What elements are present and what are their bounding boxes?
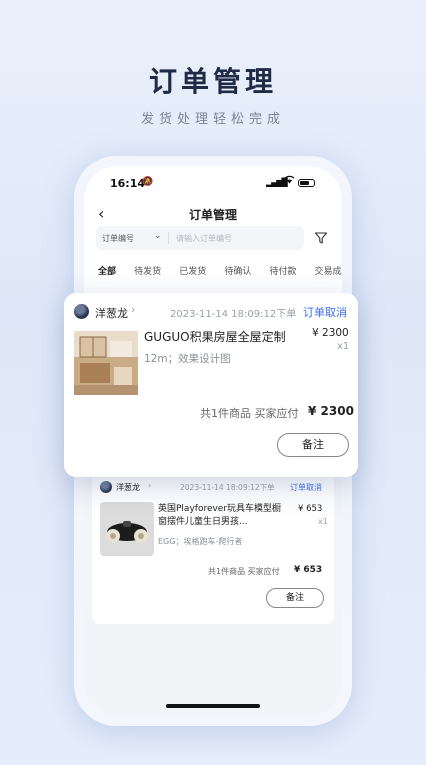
product-image-room-design [74,331,138,395]
product-qty: x1 [318,517,328,526]
note-button[interactable]: 备注 [266,588,324,608]
avatar [100,481,112,493]
search-bar[interactable]: 订单编号 ⌄ 请输入订单编号 [96,226,304,250]
battery-icon [298,179,315,187]
tab-completed[interactable]: 交易成 [315,264,342,277]
chevron-down-icon[interactable]: ⌄ [154,231,162,241]
avatar [74,304,89,319]
tab-shipped[interactable]: 已发货 [179,264,206,277]
tab-to-confirm[interactable]: 待确认 [224,264,251,277]
buyer-name[interactable]: 洋葱龙 [116,482,140,493]
order-card-highlighted[interactable]: 洋葱龙 › 2023-11-14 18:09:12下单 订单取消 GUGUO积果… [64,293,358,477]
product-spec: 12m；效果设计图 [144,353,231,365]
order-summary: 共1件商品 买家应付 [208,567,280,576]
status-time: 16:14 [110,177,146,190]
search-type-select[interactable]: 订单编号 [102,233,134,244]
order-total: ¥ 653 [294,565,323,575]
product-spec: EGG；埃格跑车-爬行者 [158,537,243,546]
product-price: ¥ 653 [298,504,323,514]
chevron-right-icon: › [148,481,152,490]
hero-title: 订单管理 [148,65,277,98]
product-image-toy-car [100,502,154,556]
product-qty: x1 [337,341,350,352]
page-title: 订单管理 [188,208,237,222]
note-button[interactable]: 备注 [277,433,349,457]
search-divider [168,232,169,244]
order-total: ¥ 2300 [308,404,354,418]
hero-subtitle: 发货处理轻松完成 [140,112,285,127]
order-tabs: 全部 待发货 已发货 待确认 待付款 交易成 [98,259,342,279]
wifi-icon [284,175,295,187]
status-bar: 16:14 🔕 ▂▄▆█ [84,166,342,200]
tab-to-pay[interactable]: 待付款 [269,264,296,277]
buyer-name[interactable]: 洋葱龙 [95,305,128,321]
home-indicator [166,704,260,708]
order-status[interactable]: 订单取消 [303,304,347,320]
filter-icon[interactable] [314,230,328,244]
order-summary: 共1件商品 买家应付 [200,407,299,420]
chevron-right-icon: › [131,303,136,316]
order-datetime: 2023-11-14 18:09:12下单 [170,309,297,320]
product-title: GUGUO积果房屋全屋定制 [144,330,286,344]
tab-all[interactable]: 全部 [98,264,116,277]
tab-to-ship[interactable]: 待发货 [134,264,161,277]
product-price: ¥ 2300 [312,327,349,339]
order-status[interactable]: 订单取消 [290,482,322,493]
product-title: 英国Playforever玩具车模型橱窗摆件儿童生日男孩... [158,504,282,528]
mute-bell-icon: 🔕 [142,177,154,187]
order-card[interactable]: 洋葱龙 › 2023-11-14 18:09:12下单 订单取消 英国Playf… [92,472,334,624]
search-input[interactable]: 请输入订单编号 [176,233,232,244]
order-datetime: 2023-11-14 18:09:12下单 [180,483,275,492]
